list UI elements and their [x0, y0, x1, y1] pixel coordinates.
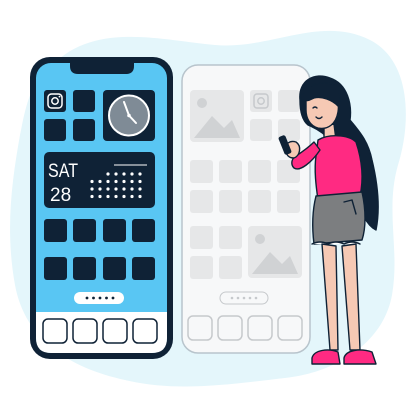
calendar-day-dot [106, 179, 110, 184]
phone-notch [70, 63, 134, 74]
ghost-photo-widget-2 [248, 226, 302, 278]
app-icon-instagram[interactable] [44, 90, 66, 112]
calendar-day-dot [106, 194, 110, 199]
calendar-widget[interactable]: SAT 28 [44, 152, 155, 208]
ghost-phone [181, 64, 311, 354]
calendar-day-dot [130, 194, 134, 199]
calendar-day-dot [122, 179, 126, 184]
clock-widget[interactable] [103, 90, 155, 141]
ghost-app-icon [219, 226, 242, 249]
calendar-day-dot [98, 194, 102, 199]
calendar-day-dot [122, 172, 126, 176]
calendar-day-dot [130, 179, 134, 184]
ghost-app-icon [219, 160, 242, 183]
app-icon[interactable] [44, 257, 67, 280]
calendar-day-dot [114, 179, 118, 184]
pager-dot [105, 296, 108, 300]
pager-dot [111, 296, 115, 300]
ghost-app-icon [248, 190, 271, 213]
pink-shirt [314, 135, 363, 201]
dock [36, 312, 167, 353]
calendar-day-dot [90, 187, 94, 191]
pager-dot [92, 296, 95, 300]
pink-shoe-left [311, 349, 341, 365]
ghost-app-icon [190, 226, 213, 249]
app-icon[interactable] [73, 219, 96, 242]
calendar-day-dot [138, 172, 142, 176]
app-icon[interactable] [73, 257, 96, 280]
pager-dot [98, 296, 102, 300]
calendar-day-dot [114, 187, 118, 191]
ghost-app-icon [190, 190, 213, 213]
calendar-day-dot [138, 194, 142, 199]
calendar-day-dot [106, 172, 110, 176]
calendar-day: SAT [48, 161, 78, 182]
calendar-day-dot [138, 187, 142, 191]
ghost-app-icon [190, 160, 213, 183]
app-icon[interactable] [44, 119, 66, 141]
page-indicator[interactable] [74, 292, 124, 304]
calendar-day-dot [138, 179, 142, 184]
app-icon[interactable] [73, 119, 95, 141]
illustration-scene: SAT 28 [0, 0, 412, 412]
app-icon[interactable] [103, 257, 126, 280]
calendar-day-dot [98, 187, 102, 191]
grey-skirt [311, 191, 366, 245]
calendar-day-dot [90, 194, 94, 199]
app-icon[interactable] [44, 219, 67, 242]
ghost-app-icon [277, 190, 300, 213]
analog-clock-icon [108, 94, 150, 137]
app-icon[interactable] [132, 219, 155, 242]
calendar-day-dot [130, 187, 134, 191]
calendar-day-dot [106, 187, 110, 191]
calendar-day-dot [90, 179, 94, 184]
ghost-photo-widget [190, 90, 244, 142]
calendar-day-dot [114, 172, 118, 176]
main-phone: SAT 28 [30, 57, 173, 359]
pink-shoe-right [343, 349, 377, 365]
app-icon[interactable] [73, 90, 95, 112]
calendar-day-dot [98, 179, 102, 184]
ghost-app-icon [219, 190, 242, 213]
app-icon[interactable] [132, 257, 155, 280]
app-icon[interactable] [103, 219, 126, 242]
calendar-day-dot [114, 194, 118, 199]
ghost-app-icon [248, 160, 271, 183]
ghost-app-icon [219, 256, 242, 279]
calendar-day-dot [130, 172, 134, 176]
calendar-date: 28 [50, 185, 71, 206]
calendar-day-dot [122, 194, 126, 199]
pager-dot [85, 296, 89, 300]
ghost-app-icon [190, 256, 213, 279]
calendar-day-dot [122, 187, 126, 191]
